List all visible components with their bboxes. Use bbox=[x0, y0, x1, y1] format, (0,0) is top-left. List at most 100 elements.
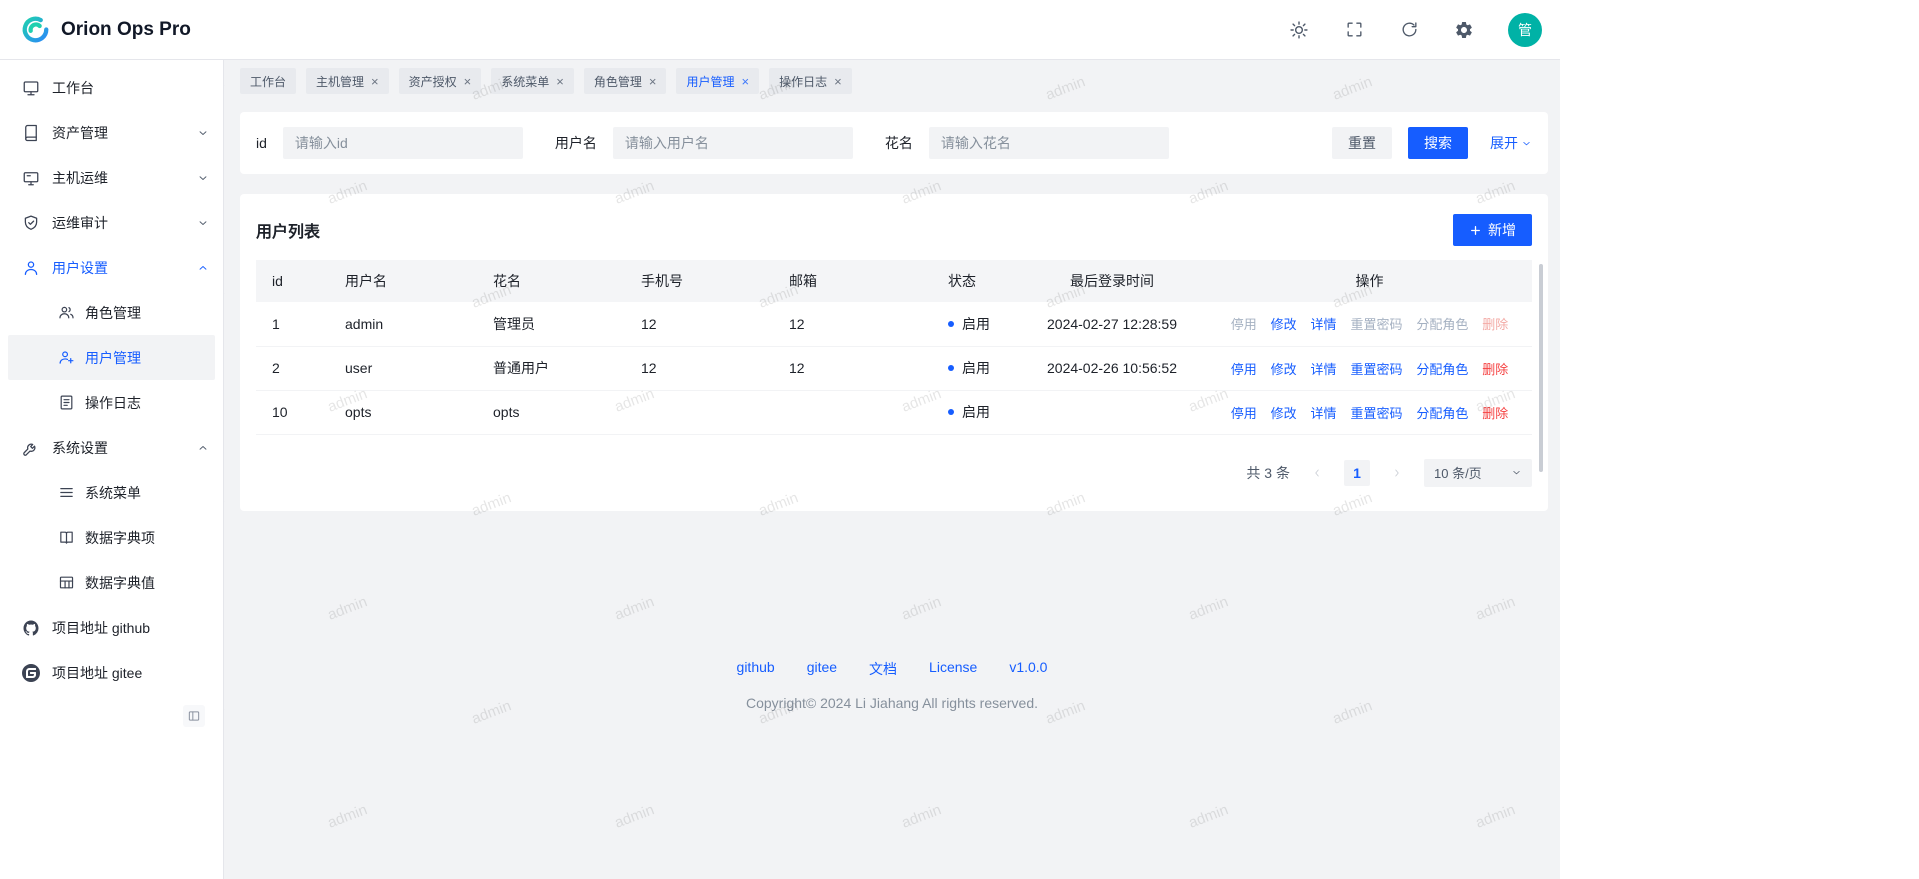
sidebar-item-label: 用户设置 bbox=[52, 258, 108, 278]
cell-actions: 停用 修改 详情 重置密码 分配角色 删除 bbox=[1207, 302, 1532, 346]
sidebar-item-role-management[interactable]: 角色管理 bbox=[8, 290, 215, 335]
tab-operation-log[interactable]: 操作日志 × bbox=[769, 68, 852, 94]
action-detail-link[interactable]: 详情 bbox=[1311, 362, 1337, 377]
close-icon[interactable]: × bbox=[741, 75, 749, 88]
tab-label: 用户管理 bbox=[686, 73, 734, 90]
search-field-id: id bbox=[256, 127, 523, 159]
search-button[interactable]: 搜索 bbox=[1408, 127, 1468, 159]
action-detail-link[interactable]: 详情 bbox=[1311, 406, 1337, 421]
close-icon[interactable]: × bbox=[464, 75, 472, 88]
close-icon[interactable]: × bbox=[649, 75, 657, 88]
add-button-label: 新增 bbox=[1488, 220, 1516, 240]
footer-link-version[interactable]: v1.0.0 bbox=[1009, 659, 1047, 679]
close-icon[interactable]: × bbox=[371, 75, 379, 88]
id-input[interactable] bbox=[283, 127, 523, 159]
tab-workbench[interactable]: 工作台 bbox=[240, 68, 296, 94]
chevron-down-icon bbox=[1521, 138, 1532, 149]
sidebar-item-system-settings[interactable]: 系统设置 bbox=[0, 425, 223, 470]
footer-link-gitee[interactable]: gitee bbox=[807, 659, 837, 679]
action-disable-link: 停用 bbox=[1231, 317, 1257, 332]
previous-page-button[interactable] bbox=[1304, 460, 1330, 486]
action-detail-link[interactable]: 详情 bbox=[1311, 317, 1337, 332]
action-assign-role-link[interactable]: 分配角色 bbox=[1416, 362, 1468, 377]
field-label: id bbox=[256, 135, 267, 151]
action-disable-link[interactable]: 停用 bbox=[1231, 406, 1257, 421]
cell-id: 2 bbox=[256, 346, 329, 390]
sidebar-item-dict-value[interactable]: 数据字典值 bbox=[8, 560, 215, 605]
close-icon[interactable]: × bbox=[834, 75, 842, 88]
next-page-button[interactable] bbox=[1384, 460, 1410, 486]
sidebar-item-user-settings[interactable]: 用户设置 bbox=[0, 245, 223, 290]
sidebar-item-ops-audit[interactable]: 运维审计 bbox=[0, 200, 223, 245]
cell-id: 1 bbox=[256, 302, 329, 346]
expand-toggle[interactable]: 展开 bbox=[1490, 133, 1532, 153]
footer-link-github[interactable]: github bbox=[737, 659, 775, 679]
expand-label: 展开 bbox=[1490, 133, 1518, 153]
username-input[interactable] bbox=[613, 127, 853, 159]
close-icon[interactable]: × bbox=[556, 75, 564, 88]
field-label: 花名 bbox=[885, 133, 913, 153]
action-reset-password-link[interactable]: 重置密码 bbox=[1350, 362, 1402, 377]
sun-icon bbox=[1289, 20, 1309, 40]
sidebar: 工作台 资产管理 主机运维 bbox=[0, 60, 224, 879]
asset-book-icon bbox=[22, 124, 40, 142]
sidebar-item-workbench[interactable]: 工作台 bbox=[0, 65, 223, 110]
sidebar-item-github-link[interactable]: 项目地址 github bbox=[0, 605, 223, 650]
action-delete-link[interactable]: 删除 bbox=[1482, 362, 1508, 377]
cell-status: 启用 bbox=[932, 390, 1017, 434]
action-edit-link[interactable]: 修改 bbox=[1271, 406, 1297, 421]
cell-last-login: 2024-02-26 10:56:52 bbox=[1017, 346, 1207, 390]
action-edit-link[interactable]: 修改 bbox=[1271, 317, 1297, 332]
page-number-1[interactable]: 1 bbox=[1344, 460, 1370, 486]
sidebar-collapse-button[interactable] bbox=[183, 705, 205, 727]
tab-host-management[interactable]: 主机管理 × bbox=[306, 68, 389, 94]
user-avatar[interactable]: 管 bbox=[1508, 13, 1542, 47]
gitee-icon bbox=[22, 664, 40, 682]
action-delete-link[interactable]: 删除 bbox=[1482, 406, 1508, 421]
tab-system-menu[interactable]: 系统菜单 × bbox=[491, 68, 574, 94]
tab-role-management[interactable]: 角色管理 × bbox=[584, 68, 667, 94]
column-header-id: id bbox=[256, 260, 329, 302]
settings-button[interactable] bbox=[1453, 19, 1475, 41]
page-size-value: 10 条/页 bbox=[1434, 463, 1482, 482]
logo-area: Orion Ops Pro bbox=[20, 14, 191, 45]
theme-toggle-button[interactable] bbox=[1288, 19, 1310, 41]
refresh-button[interactable] bbox=[1398, 19, 1420, 41]
footer-link-license[interactable]: License bbox=[929, 659, 977, 679]
sidebar-item-gitee-link[interactable]: 项目地址 gitee bbox=[0, 650, 223, 695]
sidebar-item-user-management[interactable]: 用户管理 bbox=[8, 335, 215, 380]
tab-label: 主机管理 bbox=[316, 73, 364, 90]
nickname-input[interactable] bbox=[929, 127, 1169, 159]
reset-button[interactable]: 重置 bbox=[1332, 127, 1392, 159]
sidebar-item-asset-management[interactable]: 资产管理 bbox=[0, 110, 223, 155]
log-file-icon bbox=[57, 394, 75, 412]
page-size-select[interactable]: 10 条/页 bbox=[1424, 459, 1532, 487]
footer-link-docs[interactable]: 文档 bbox=[869, 659, 897, 679]
app-logo-icon bbox=[20, 14, 51, 45]
search-actions: 重置 搜索 展开 bbox=[1332, 127, 1532, 159]
sidebar-item-dict-item[interactable]: 数据字典项 bbox=[8, 515, 215, 560]
tab-bar: 工作台 主机管理 × 资产授权 × 系统菜单 × 角色管理 × bbox=[224, 60, 1560, 102]
fullscreen-button[interactable] bbox=[1343, 19, 1365, 41]
user-icon bbox=[22, 259, 40, 277]
cell-status: 启用 bbox=[932, 346, 1017, 390]
action-reset-password-link[interactable]: 重置密码 bbox=[1350, 406, 1402, 421]
sidebar-item-host-ops[interactable]: 主机运维 bbox=[0, 155, 223, 200]
add-user-button[interactable]: 新增 bbox=[1453, 214, 1532, 246]
sidebar-item-label: 操作日志 bbox=[85, 393, 141, 413]
chevron-left-icon bbox=[1311, 467, 1323, 479]
action-assign-role-link: 分配角色 bbox=[1416, 317, 1468, 332]
tab-user-management[interactable]: 用户管理 × bbox=[676, 68, 759, 94]
table-scrollbar[interactable] bbox=[1539, 264, 1543, 472]
action-disable-link[interactable]: 停用 bbox=[1231, 362, 1257, 377]
sidebar-item-system-menu[interactable]: 系统菜单 bbox=[8, 470, 215, 515]
action-edit-link[interactable]: 修改 bbox=[1271, 362, 1297, 377]
cell-last-login: 2024-02-27 12:28:59 bbox=[1017, 302, 1207, 346]
sidebar-item-label: 系统菜单 bbox=[85, 483, 141, 503]
chevron-down-icon bbox=[197, 217, 209, 229]
action-assign-role-link[interactable]: 分配角色 bbox=[1416, 406, 1468, 421]
status-text: 启用 bbox=[962, 314, 990, 334]
cell-last-login bbox=[1017, 390, 1207, 434]
tab-asset-authorization[interactable]: 资产授权 × bbox=[399, 68, 482, 94]
sidebar-item-operation-log[interactable]: 操作日志 bbox=[8, 380, 215, 425]
